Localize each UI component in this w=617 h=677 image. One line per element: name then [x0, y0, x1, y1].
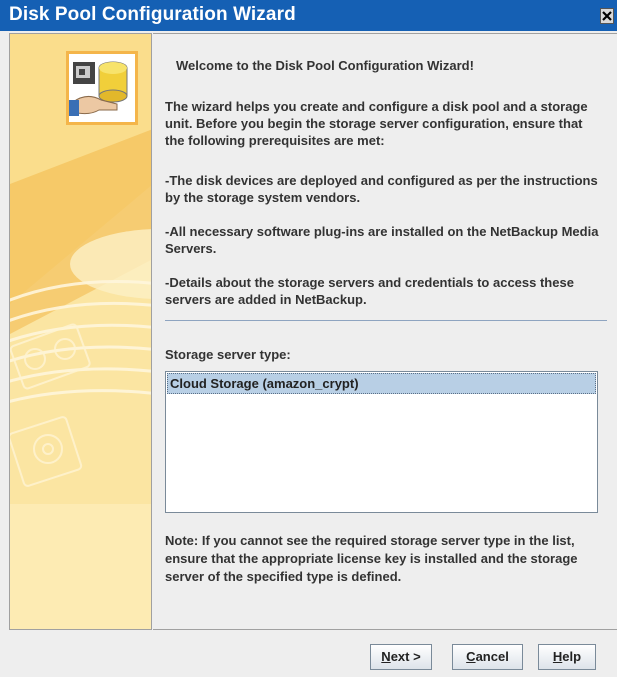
section-divider	[165, 320, 607, 321]
cancel-button[interactable]: Cancel	[452, 644, 523, 670]
prerequisite-1: -The disk devices are deployed and confi…	[165, 173, 598, 205]
window-title: Disk Pool Configuration Wizard	[9, 4, 296, 25]
help-button[interactable]: Help	[538, 644, 596, 670]
license-note: Note: If you cannot see the required sto…	[165, 533, 578, 584]
wizard-sidebar-banner	[9, 33, 152, 630]
storage-server-type-label: Storage server type:	[165, 347, 291, 362]
disk-pool-wizard-icon	[69, 54, 135, 122]
close-button[interactable]	[600, 8, 614, 24]
wizard-window: Disk Pool Configuration Wizard Welcome t…	[0, 0, 617, 677]
wizard-logo	[66, 51, 138, 125]
close-icon	[602, 11, 612, 21]
prerequisite-3: -Details about the storage servers and c…	[165, 275, 574, 307]
intro-text: The wizard helps you create and configur…	[165, 99, 588, 148]
wizard-content: Welcome to the Disk Pool Configuration W…	[153, 33, 617, 630]
prerequisite-2: -All necessary software plug-ins are ins…	[165, 224, 599, 256]
welcome-heading: Welcome to the Disk Pool Configuration W…	[176, 58, 474, 73]
title-bar[interactable]: Disk Pool Configuration Wizard	[0, 0, 617, 31]
next-mnemonic: N	[381, 649, 391, 664]
next-button[interactable]: Next >	[370, 644, 432, 670]
cancel-mnemonic: C	[466, 649, 476, 664]
help-label: elp	[562, 649, 582, 664]
help-mnemonic: H	[552, 649, 563, 664]
next-label: ext >	[390, 649, 421, 664]
cancel-label: ancel	[475, 649, 509, 664]
list-item-cloud-storage[interactable]: Cloud Storage (amazon_crypt)	[167, 373, 596, 394]
storage-server-type-list[interactable]: Cloud Storage (amazon_crypt)	[165, 371, 598, 513]
button-bar: Next > Cancel Help	[0, 630, 617, 677]
